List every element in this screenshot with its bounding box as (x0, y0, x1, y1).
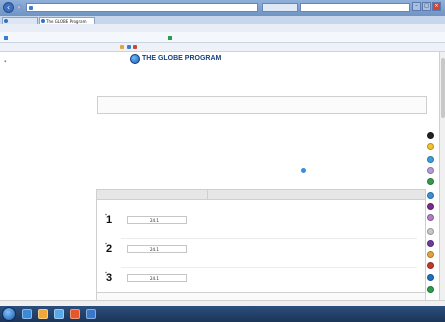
close-button[interactable]: × (432, 2, 441, 11)
tab-bar: The GLOBE Program (0, 16, 445, 24)
side-tool-dot-6[interactable] (427, 192, 434, 199)
row-number: 1 (106, 214, 113, 226)
row-divider (121, 267, 417, 268)
row-number: 2 (106, 243, 113, 255)
temperature-table: * 1 24.1 * 2 24.1 * 3 24.1 (96, 189, 426, 306)
browser-titlebar: ‹ › – □ × (0, 0, 445, 16)
scrollbar-thumb[interactable] (441, 58, 445, 118)
maximize-button[interactable]: □ (422, 2, 431, 11)
top-info-panel (97, 96, 427, 114)
side-tool-dot-2[interactable] (427, 143, 434, 150)
search-icon (168, 36, 172, 40)
row-number: 3 (106, 272, 113, 284)
menu-bar (0, 24, 445, 32)
side-tool-dot-12[interactable] (427, 262, 434, 269)
vertical-scrollbar[interactable] (439, 52, 445, 306)
search-input[interactable] (300, 3, 410, 12)
temperature-value: 24.1 (150, 276, 159, 281)
page-left-marker: * (4, 60, 7, 66)
rss-icon[interactable] (120, 45, 124, 49)
windows-taskbar (0, 306, 445, 322)
temperature-input[interactable]: 24.1 (127, 274, 187, 282)
google-icon (4, 36, 8, 40)
side-tool-dot-8[interactable] (427, 214, 434, 221)
header-divider (207, 190, 208, 200)
start-button[interactable] (2, 307, 16, 321)
minimize-button[interactable]: – (412, 2, 421, 11)
side-tool-dot-9[interactable] (427, 228, 434, 235)
page-viewport: * THE GLOBE PROGRAM * 1 24.1 * 2 24.1 * … (0, 52, 439, 321)
side-tool-dot-4[interactable] (427, 167, 434, 174)
side-tool-dot-5[interactable] (427, 178, 434, 185)
command-bar-icons (120, 45, 138, 51)
globe-logo-icon[interactable] (130, 54, 140, 64)
address-bar[interactable] (26, 3, 258, 12)
refresh-stop-buttons[interactable] (262, 3, 298, 12)
favorites-middle[interactable] (168, 35, 173, 40)
favorites-bar (0, 32, 445, 43)
side-tool-dot-7[interactable] (427, 203, 434, 210)
tab-favicon-icon (41, 19, 45, 23)
side-tool-dot-10[interactable] (427, 240, 434, 247)
site-header: THE GLOBE PROGRAM (100, 52, 420, 76)
form-title (300, 168, 307, 174)
site-favicon-icon (29, 6, 33, 10)
window-controls: – □ × (412, 2, 442, 12)
favorites-google[interactable] (4, 35, 9, 40)
side-tool-dot-3[interactable] (427, 156, 434, 163)
back-button[interactable]: ‹ (3, 2, 14, 13)
temperature-value: 24.1 (150, 218, 159, 223)
table-header (97, 190, 425, 200)
explorer-taskbar-icon[interactable] (38, 309, 48, 319)
side-tool-dot-14[interactable] (427, 286, 434, 293)
temperature-input[interactable]: 24.1 (127, 245, 187, 253)
temperature-input[interactable]: 24.1 (127, 216, 187, 224)
forward-button[interactable]: › (15, 4, 23, 12)
site-logo-text[interactable]: THE GLOBE PROGRAM (142, 55, 221, 62)
command-bar (0, 43, 445, 52)
side-tool-dot-11[interactable] (427, 251, 434, 258)
browser-taskbar-icon[interactable] (86, 309, 96, 319)
temperature-value: 24.1 (150, 247, 159, 252)
safety-icon[interactable] (133, 45, 138, 49)
ie-taskbar-icon[interactable] (22, 309, 32, 319)
globe-dot-icon (301, 168, 306, 173)
tab-globe-program[interactable]: The GLOBE Program (39, 17, 95, 24)
office-taskbar-icon[interactable] (70, 309, 80, 319)
side-tool-dot-1[interactable] (427, 132, 434, 139)
tab-favicon-icon (4, 19, 8, 23)
print-icon[interactable] (126, 45, 131, 49)
row-divider (121, 238, 417, 239)
app-taskbar-icon[interactable] (54, 309, 64, 319)
side-tool-dot-13[interactable] (427, 274, 434, 281)
tab-1[interactable] (2, 17, 38, 24)
